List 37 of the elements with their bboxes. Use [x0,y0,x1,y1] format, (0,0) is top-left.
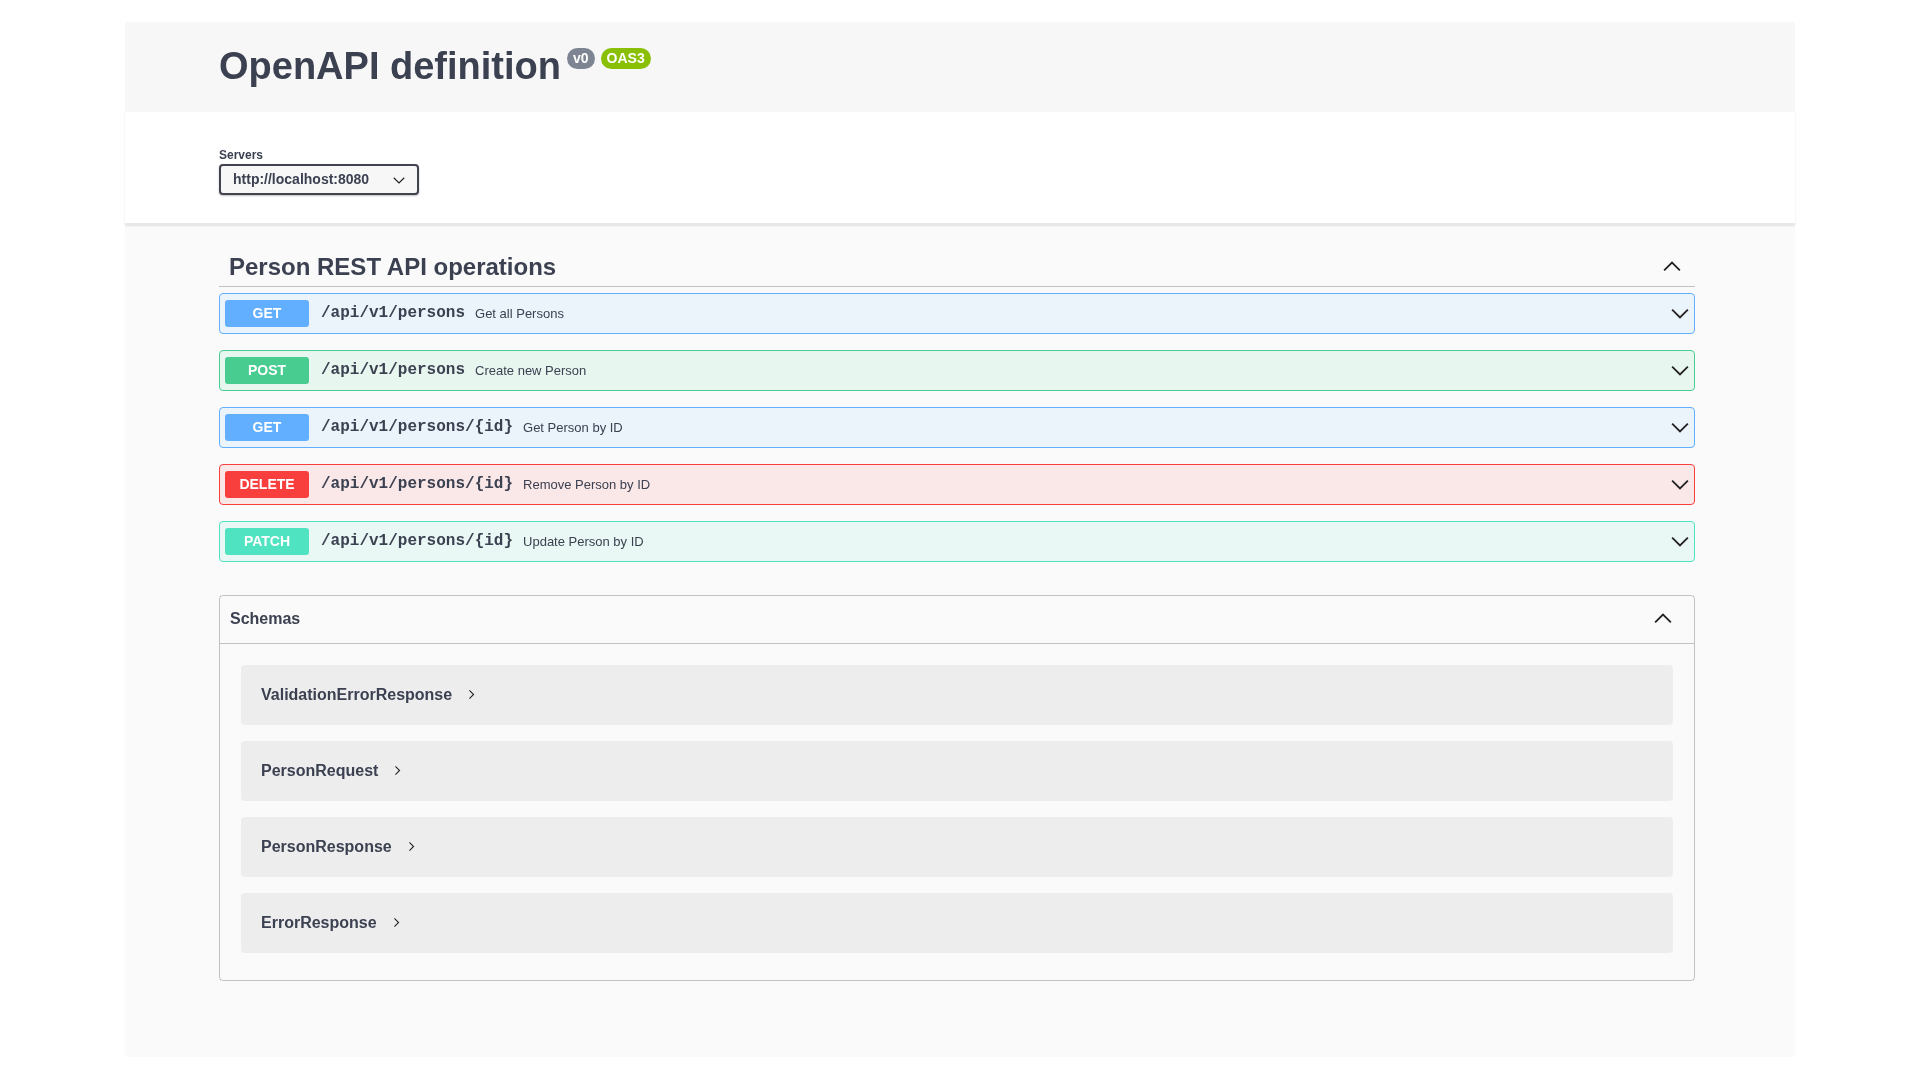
section-title: Person REST API operations [229,253,557,282]
method-badge: DELETE [225,470,309,498]
schemas-title: Schemas [230,609,301,630]
endpoint-path: /api/v1/persons [321,360,466,382]
schema-row[interactable]: PersonResponse [241,816,1673,877]
operation-row[interactable]: GET /api/v1/persons/{id} Get Person by ID [219,406,1695,448]
operation-summary: Create new Person [475,361,587,380]
endpoint-path: /api/v1/persons/{id} [321,417,514,439]
version-badge: v0 [567,48,595,69]
operation-row[interactable]: GET /api/v1/persons Get all Persons [219,292,1695,334]
schema-name: PersonRequest [261,760,379,781]
endpoint-path: /api/v1/persons/{id} [321,474,514,496]
schema-name: PersonResponse [261,836,392,857]
schema-row[interactable]: ValidationErrorResponse [241,664,1673,725]
method-badge: POST [225,356,309,384]
operation-row[interactable]: PATCH /api/v1/persons/{id} Update Person by ID [219,520,1695,562]
schema-row[interactable]: PersonRequest [241,740,1673,801]
schema-row[interactable]: ErrorResponse [241,892,1673,953]
schema-name: ValidationErrorResponse [261,684,453,705]
operation-summary: Get all Persons [475,304,564,323]
servers-label: Servers [219,147,265,164]
schemas-header[interactable]: Schemas [220,595,1694,644]
spec-badge: OAS3 [600,48,651,69]
endpoint-path: /api/v1/persons [321,303,466,325]
endpoint-path: /api/v1/persons/{id} [321,531,514,553]
schema-name: ErrorResponse [261,912,377,933]
tag-header[interactable]: Person REST API operations [219,253,1695,287]
method-badge: GET [225,413,309,441]
operation-summary: Update Person by ID [523,532,644,551]
method-badge: GET [225,299,309,327]
operation-row[interactable]: POST /api/v1/persons Create new Person [219,349,1695,391]
operation-summary: Remove Person by ID [523,475,651,494]
operation-summary: Get Person by ID [523,418,623,437]
operation-row[interactable]: DELETE /api/v1/persons/{id} Remove Person by ID [219,463,1695,505]
page-title: OpenAPI definition [219,44,561,89]
method-badge: PATCH [225,527,309,555]
servers-dropdown[interactable]: http://localhost:8080 [219,164,419,195]
